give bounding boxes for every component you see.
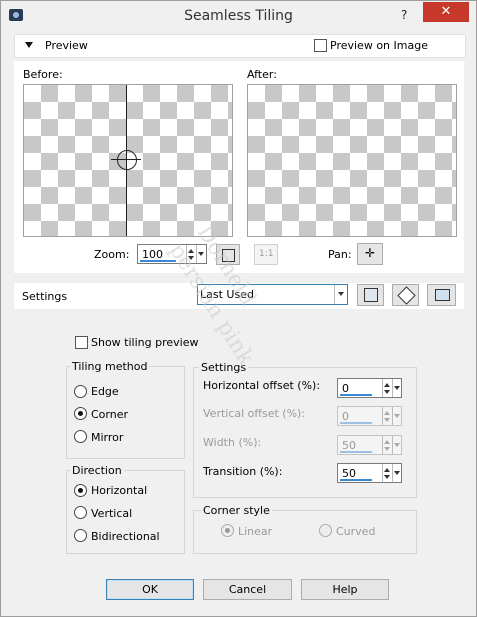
close-button[interactable]: ✕: [423, 2, 469, 22]
vertical-offset-bar: [340, 422, 372, 424]
collapse-arrow-icon[interactable]: [25, 42, 33, 48]
tiling-edge-radio[interactable]: [74, 385, 87, 398]
preset-dropdown-icon[interactable]: [334, 285, 348, 304]
transition-dropdown-icon[interactable]: [392, 464, 402, 482]
show-tiling-preview-label: Show tiling preview: [91, 336, 199, 349]
title-bar: Seamless Tiling ? ✕: [1, 1, 476, 31]
corner-curved-radio[interactable]: [319, 524, 332, 537]
corner-curved-label: Curved: [336, 525, 376, 538]
horizontal-offset-bar: [340, 394, 372, 396]
tiling-corner-label: Corner: [91, 408, 129, 421]
width-spin-icon[interactable]: [382, 436, 392, 454]
preview-header[interactable]: Preview Preview on Image: [14, 34, 466, 58]
transition-label: Transition (%):: [203, 465, 283, 478]
ok-button[interactable]: OK: [106, 579, 194, 600]
transition-stepper[interactable]: 50: [337, 463, 402, 483]
after-label: After:: [247, 68, 277, 81]
settings-bar-label: Settings: [22, 290, 68, 303]
preview-label: Preview: [45, 39, 88, 52]
horizontal-offset-label: Horizontal offset (%):: [203, 379, 321, 392]
tiling-edge-label: Edge: [91, 385, 119, 398]
transition-spin-icon[interactable]: [382, 464, 392, 482]
direction-vertical-label: Vertical: [91, 507, 133, 520]
dialog-window: Seamless Tiling ? ✕ Preview Preview on I…: [0, 0, 477, 617]
dice-icon: [397, 286, 416, 305]
before-preview-image[interactable]: [23, 84, 233, 237]
after-preview-image[interactable]: [247, 84, 457, 237]
preview-on-image-label: Preview on Image: [330, 39, 428, 52]
zoom-label: Zoom:: [94, 248, 130, 261]
randomize-button[interactable]: [392, 284, 419, 306]
crosshair-horizontal-line: [111, 159, 141, 160]
vertical-offset-label: Vertical offset (%):: [203, 407, 306, 420]
vertical-offset-spin-icon[interactable]: [382, 407, 392, 425]
vertical-offset-dropdown-icon[interactable]: [392, 407, 402, 425]
horizontal-offset-spin-icon[interactable]: [382, 379, 392, 397]
tiling-corner-radio[interactable]: [74, 407, 87, 420]
pan-label: Pan:: [328, 248, 352, 261]
direction-bidirectional-radio[interactable]: [74, 529, 87, 542]
direction-bidirectional-label: Bidirectional: [91, 530, 160, 543]
corner-linear-label: Linear: [238, 525, 273, 538]
move-arrows-icon: ✛: [365, 246, 376, 260]
horizontal-offset-dropdown-icon[interactable]: [392, 379, 402, 397]
reset-button[interactable]: [427, 284, 456, 306]
show-tiling-preview-checkbox[interactable]: [75, 336, 88, 349]
save-disk-icon: [364, 288, 378, 302]
cancel-button[interactable]: Cancel: [203, 579, 292, 600]
actual-size-button[interactable]: 1:1: [254, 244, 278, 265]
crosshair-circle-icon[interactable]: [117, 150, 137, 170]
corner-linear-radio[interactable]: [221, 524, 234, 537]
help-icon[interactable]: ?: [401, 8, 407, 22]
tiling-mirror-radio[interactable]: [74, 430, 87, 443]
width-bar: [340, 451, 372, 453]
direction-horizontal-label: Horizontal: [91, 484, 148, 497]
save-preset-button[interactable]: [357, 284, 384, 306]
preview-on-image-checkbox[interactable]: [314, 39, 327, 52]
ratio-label: 1:1: [259, 249, 274, 259]
horizontal-offset-stepper[interactable]: 0: [337, 378, 402, 398]
width-label: Width (%):: [203, 436, 262, 449]
direction-label: Direction: [70, 464, 124, 477]
help-button[interactable]: Help: [301, 579, 389, 600]
tiling-mirror-label: Mirror: [91, 431, 124, 444]
pan-button[interactable]: ✛: [357, 243, 383, 265]
width-dropdown-icon[interactable]: [392, 436, 402, 454]
reset-icon: [435, 289, 450, 301]
corner-style-label: Corner style: [201, 504, 272, 517]
width-stepper[interactable]: 50: [337, 435, 402, 455]
tiling-method-label: Tiling method: [70, 360, 150, 373]
direction-horizontal-radio[interactable]: [74, 484, 87, 497]
direction-vertical-radio[interactable]: [74, 506, 87, 519]
vertical-offset-stepper[interactable]: 0: [337, 406, 402, 426]
before-label: Before:: [23, 68, 63, 81]
transition-bar: [340, 479, 372, 481]
